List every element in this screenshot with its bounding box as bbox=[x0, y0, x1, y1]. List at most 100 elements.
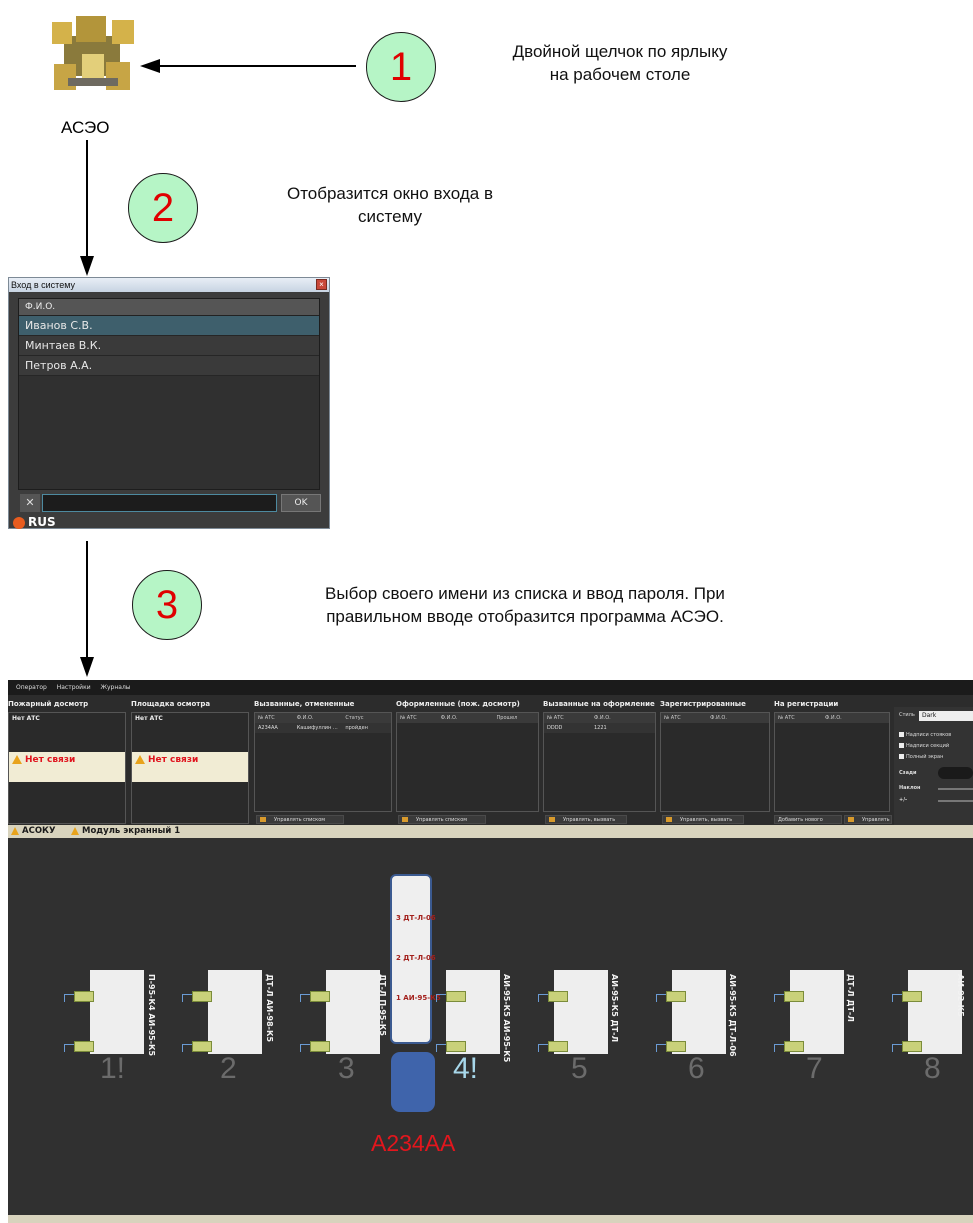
nozzle-icon[interactable] bbox=[64, 988, 94, 1004]
app-shortcut-icon[interactable] bbox=[46, 14, 138, 96]
tilt-label: Наклон bbox=[899, 785, 921, 791]
inspection-area-box[interactable]: Нет АТС Нет связи bbox=[131, 712, 249, 824]
nozzle-icon[interactable] bbox=[892, 1038, 922, 1054]
panel-called: Вызванные, отмененные № АТС Ф.И.О. Стату… bbox=[254, 698, 394, 826]
option-label: Надписи стояков bbox=[906, 732, 952, 738]
fuel-stand[interactable] bbox=[208, 970, 262, 1054]
called-processing-table[interactable]: № АТС Ф.И.О. DDDD 1221 bbox=[543, 712, 656, 812]
menu-journals[interactable]: Журналы bbox=[101, 684, 131, 691]
fuel-stand[interactable] bbox=[326, 970, 380, 1054]
zoom-label: +/- bbox=[899, 797, 908, 803]
stand-fuel-label: АИ-95-К5 ДТ-Л bbox=[610, 974, 619, 1043]
status-module: Модуль экранный 1 bbox=[82, 826, 181, 836]
registered-table[interactable]: № АТС Ф.И.О. bbox=[660, 712, 770, 812]
button-label: Управлять списком bbox=[274, 817, 326, 823]
style-select[interactable]: Dark bbox=[919, 711, 973, 721]
table-header: № АТС Ф.И.О. bbox=[544, 713, 655, 723]
stand-fuel-label: ДТ-Л АИ-98-К5 bbox=[265, 974, 274, 1043]
fire-alert-text: Нет связи bbox=[25, 755, 76, 765]
station-scene: П-95-К4 АИ-95-К5 1! ДТ-Л АИ-98-К5 2 ДТ-Л… bbox=[8, 838, 973, 1223]
user-list-item[interactable]: Иванов С.В. bbox=[19, 316, 319, 336]
nozzle-icon[interactable] bbox=[538, 1038, 568, 1054]
stand-fuel-label: АИ-95-К5 ДТ-Л-06 bbox=[728, 974, 737, 1057]
tanker-truck[interactable]: 3 ДТ-Л-06 2 ДТ-Л-06 1 АИ-95-К5 bbox=[390, 874, 441, 1044]
manage-call-button[interactable]: Управлять, вызвать bbox=[545, 815, 627, 824]
manage-list-button[interactable]: Управлять списком bbox=[256, 815, 344, 824]
stand-number: 6 bbox=[688, 1052, 705, 1085]
password-input[interactable] bbox=[42, 494, 277, 512]
col-header: № АТС bbox=[258, 715, 275, 721]
step-3-caption-line1: Выбор своего имени из списка и ввод паро… bbox=[325, 584, 725, 603]
table-header: № АТС Ф.И.О. bbox=[661, 713, 769, 723]
stand-number: 4! bbox=[453, 1052, 479, 1085]
tilt-slider[interactable] bbox=[938, 788, 973, 790]
nozzle-icon[interactable] bbox=[182, 1038, 212, 1054]
col-header: № АТС bbox=[547, 715, 564, 721]
nozzle-icon[interactable] bbox=[182, 988, 212, 1004]
table-row[interactable]: А234АА Кашифуллин ... пройден bbox=[255, 723, 391, 733]
fuel-stand[interactable] bbox=[90, 970, 144, 1054]
checkbox[interactable] bbox=[899, 732, 904, 737]
nozzle-icon[interactable] bbox=[300, 1038, 330, 1054]
user-list-item[interactable]: Петров А.А. bbox=[19, 356, 319, 376]
nozzle-icon[interactable] bbox=[774, 1038, 804, 1054]
nozzle-icon[interactable] bbox=[656, 1038, 686, 1054]
login-window: Вход в систему × Ф.И.О. Иванов С.В. Минт… bbox=[8, 277, 330, 529]
option-section-labels[interactable]: Надписи секций bbox=[899, 743, 949, 749]
close-icon[interactable]: × bbox=[316, 279, 327, 290]
manage-button[interactable]: Управлять bbox=[844, 815, 892, 824]
nozzle-icon[interactable] bbox=[300, 988, 330, 1004]
option-stand-labels[interactable]: Надписи стояков bbox=[899, 732, 951, 738]
fire-no-connection: Нет связи bbox=[9, 752, 125, 782]
login-title: Вход в систему bbox=[11, 280, 75, 290]
nozzle-icon[interactable] bbox=[656, 988, 686, 1004]
option-fullscreen[interactable]: Полный экран bbox=[899, 754, 943, 760]
col-header: Прошел bbox=[496, 715, 518, 721]
warning-icon bbox=[11, 827, 19, 835]
registration-table[interactable]: № АТС Ф.И.О. bbox=[774, 712, 890, 812]
list-icon bbox=[549, 817, 555, 822]
arrow-to-login bbox=[80, 140, 94, 276]
list-icon bbox=[848, 817, 854, 822]
col-header: Ф.И.О. bbox=[296, 715, 314, 721]
ok-button[interactable]: OK bbox=[281, 494, 321, 512]
checkbox[interactable] bbox=[899, 743, 904, 748]
nozzle-icon[interactable] bbox=[64, 1038, 94, 1054]
status-bar: АСОКУ Модуль экранный 1 bbox=[8, 825, 973, 838]
nozzle-icon[interactable] bbox=[538, 988, 568, 1004]
col-header: Ф.И.О. bbox=[440, 715, 458, 721]
fire-inspection-box[interactable]: Нет АТС Нет связи bbox=[8, 712, 126, 824]
tools-icon[interactable]: ✕ bbox=[20, 494, 40, 512]
manage-list-button[interactable]: Управлять списком bbox=[398, 815, 486, 824]
step-3-number: 3 bbox=[155, 582, 179, 627]
panel-title: Вызванные, отмененные bbox=[254, 700, 355, 708]
processed-table[interactable]: № АТС Ф.И.О. Прошел bbox=[396, 712, 539, 812]
step-1-caption-line2: на рабочем столе bbox=[549, 65, 691, 84]
nozzle-icon[interactable] bbox=[892, 988, 922, 1004]
checkbox[interactable] bbox=[899, 754, 904, 759]
button-label: Управлять, вызвать bbox=[680, 817, 733, 823]
panel-title: Зарегистрированные bbox=[660, 700, 746, 708]
button-label: Управлять, вызвать bbox=[563, 817, 616, 823]
nozzle-icon[interactable] bbox=[774, 988, 804, 1004]
called-table[interactable]: № АТС Ф.И.О. Статус А234АА Кашифуллин ..… bbox=[254, 712, 392, 812]
step-1-circle: 1 bbox=[366, 32, 436, 102]
shift-toggle[interactable] bbox=[938, 767, 973, 779]
user-list-item[interactable]: Минтаев В.К. bbox=[19, 336, 319, 356]
table-cell: А234АА bbox=[258, 725, 278, 731]
stand-number: 7 bbox=[806, 1052, 823, 1085]
table-row[interactable]: DDDD 1221 bbox=[544, 723, 655, 733]
menu-operator[interactable]: Оператор bbox=[16, 684, 47, 691]
zoom-slider[interactable] bbox=[938, 800, 973, 802]
panel-registered: Зарегистрированные № АТС Ф.И.О. Управлят… bbox=[660, 698, 772, 826]
menu-settings[interactable]: Настройки bbox=[57, 684, 91, 691]
add-new-button[interactable]: Добавить нового bbox=[774, 815, 842, 824]
stand-number: 1! bbox=[100, 1052, 126, 1085]
truck-cab[interactable] bbox=[391, 1052, 435, 1112]
manage-call-button[interactable]: Управлять, вызвать bbox=[662, 815, 744, 824]
menu-bar: Оператор Настройки Журналы bbox=[8, 680, 973, 695]
language-switch[interactable]: RUS bbox=[13, 515, 56, 529]
col-header: Ф.И.О. bbox=[825, 715, 842, 721]
nozzle-icon[interactable] bbox=[436, 988, 466, 1004]
col-header: № АТС bbox=[778, 715, 795, 721]
